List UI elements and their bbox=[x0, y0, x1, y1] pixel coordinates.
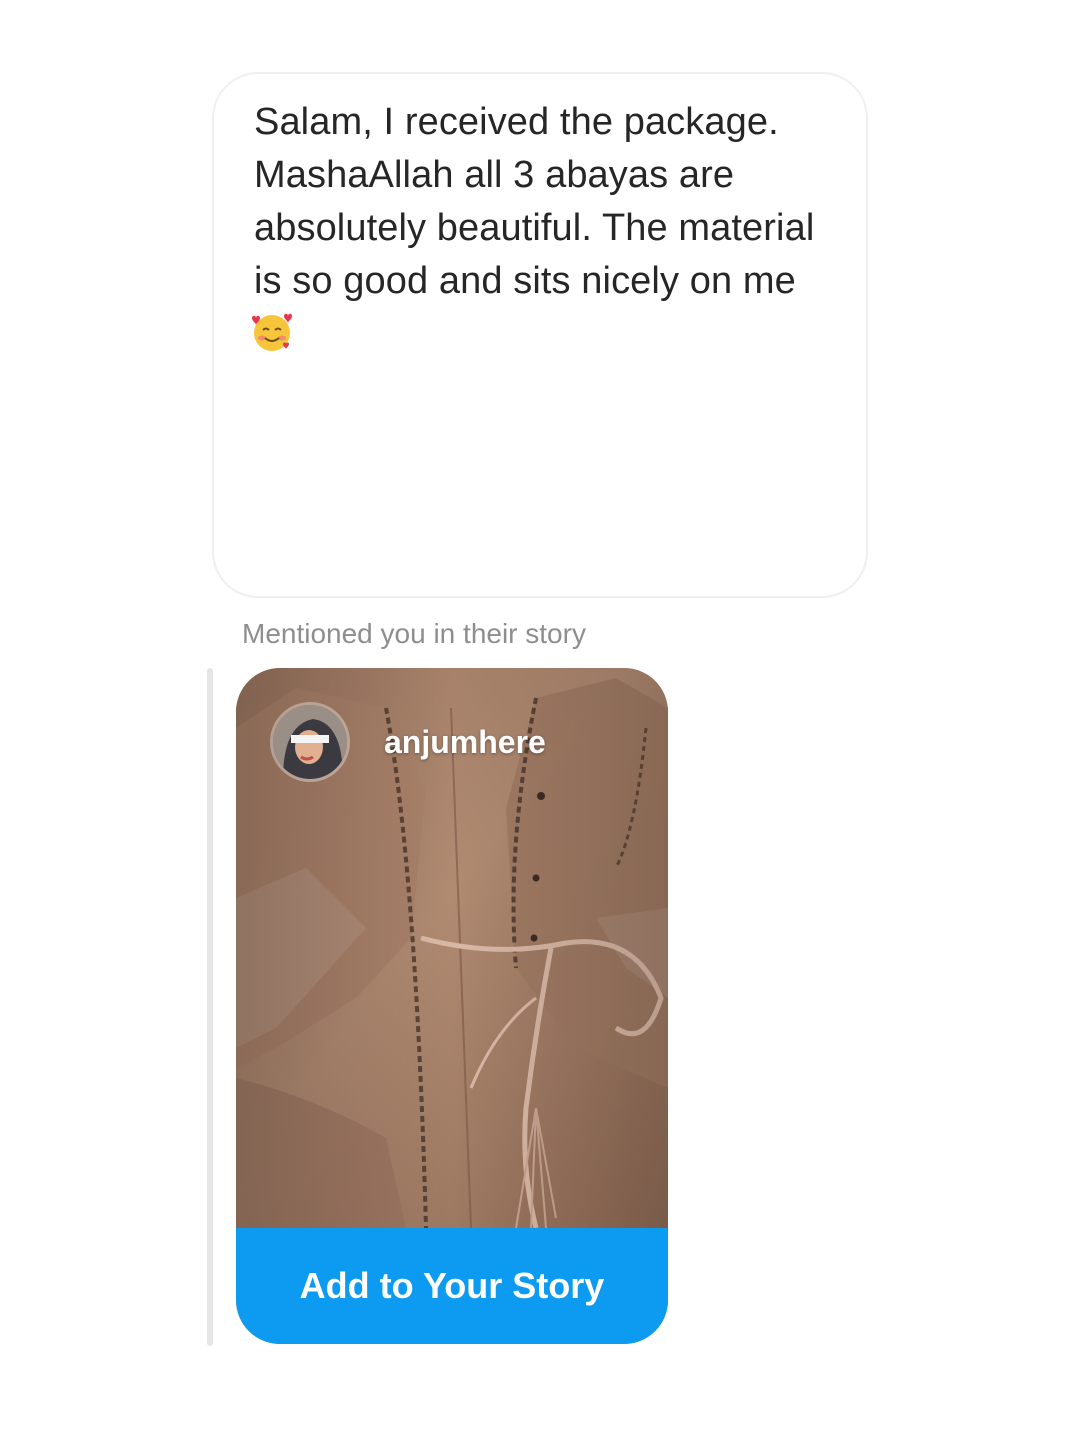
dm-thread: Salam, I received the package. MashaAlla… bbox=[0, 0, 1080, 1440]
profile-avatar-icon bbox=[273, 705, 347, 779]
message-bubble[interactable]: Salam, I received the package. MashaAlla… bbox=[212, 72, 868, 598]
story-mention-caption: Mentioned you in their story bbox=[242, 618, 586, 649]
message-text: Salam, I received the package. MashaAlla… bbox=[252, 96, 826, 361]
story-author-avatar[interactable] bbox=[270, 702, 350, 782]
add-to-your-story-button[interactable]: Add to Your Story bbox=[236, 1228, 668, 1344]
story-username[interactable]: anjumhere bbox=[384, 724, 546, 761]
reply-indicator-bar bbox=[207, 668, 213, 1346]
message-body: Salam, I received the package. MashaAlla… bbox=[254, 101, 815, 302]
smiling-face-with-hearts-icon bbox=[250, 310, 294, 354]
story-card[interactable]: anjumhere Add to Your Story bbox=[236, 668, 668, 1344]
